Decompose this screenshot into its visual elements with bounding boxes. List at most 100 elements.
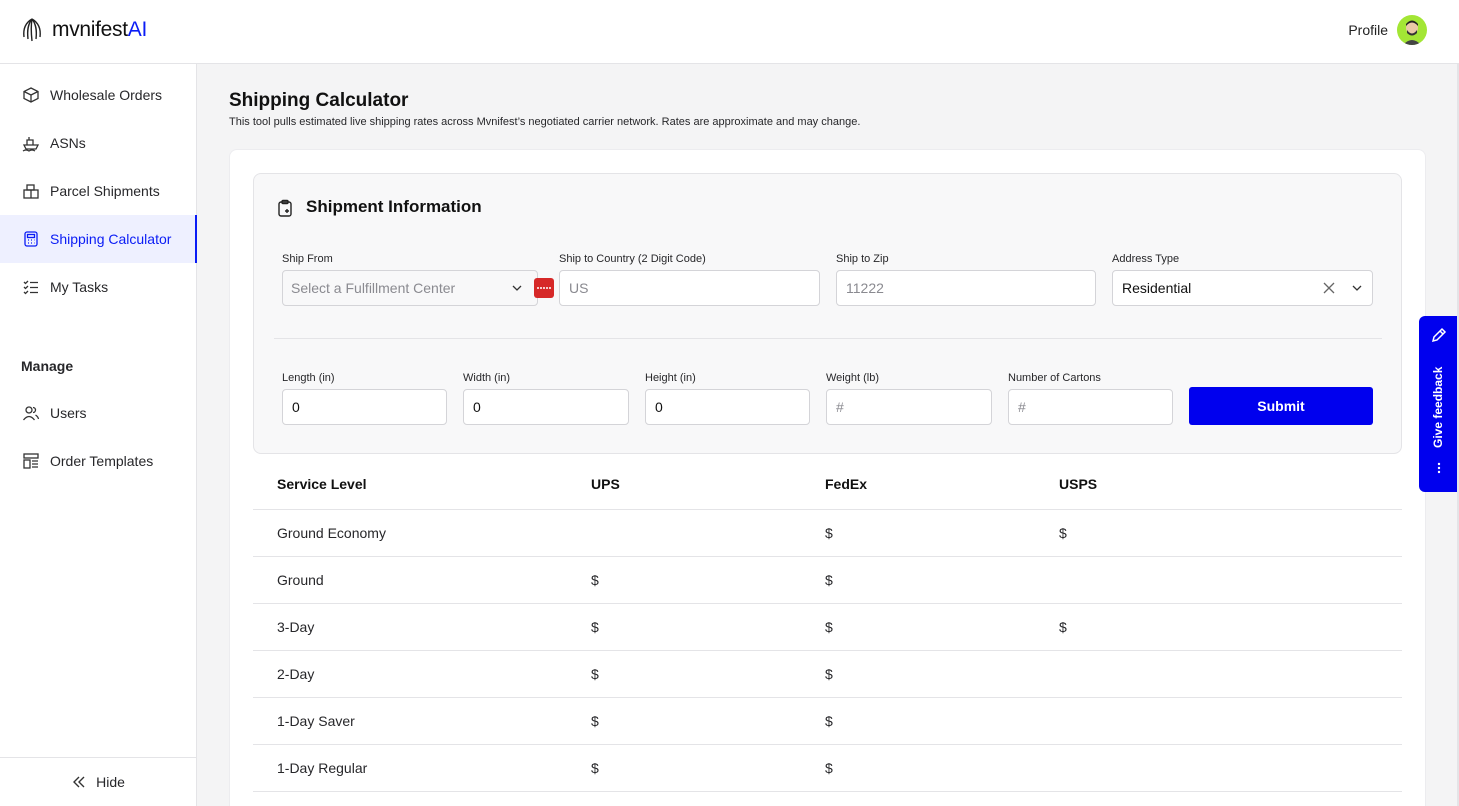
give-feedback-label: Give feedback	[1431, 366, 1445, 448]
ship-to-country-input[interactable]: US	[559, 270, 820, 306]
sidebar-item-parcel-shipments[interactable]: Parcel Shipments	[0, 167, 197, 215]
give-feedback-tab[interactable]: Give feedback	[1419, 316, 1459, 492]
weight-label: Weight (lb)	[826, 372, 879, 384]
sidebar-item-label: My Tasks	[50, 279, 109, 295]
sidebar-item-label: ASNs	[50, 135, 86, 151]
ship-to-country-label: Ship to Country (2 Digit Code)	[559, 253, 706, 265]
table-row: 3-Day $ $ $	[253, 604, 1402, 651]
fedex-rate-cell: $	[825, 760, 833, 776]
manage-section-label: Manage	[21, 358, 74, 374]
cartons-input[interactable]: #	[1008, 389, 1173, 425]
calculator-icon	[24, 231, 38, 247]
width-input[interactable]: 0	[463, 389, 629, 425]
ups-rate-cell: $	[591, 619, 599, 635]
usps-rate-cell: $	[1059, 525, 1067, 541]
cartons-label: Number of Cartons	[1008, 372, 1101, 384]
tasks-icon	[23, 280, 38, 295]
sidebar-item-label: Order Templates	[50, 453, 154, 469]
service-level-cell: 3-Day	[277, 619, 315, 635]
table-header-row: Service Level UPS FedEx USPS	[253, 458, 1402, 510]
width-value: 0	[473, 399, 481, 415]
fedex-rate-cell: $	[825, 572, 833, 588]
page-subtitle: This tool pulls estimated live shipping …	[229, 116, 861, 128]
chevrons-left-icon	[73, 776, 85, 788]
more-dots-icon	[1437, 462, 1441, 474]
address-type-value: Residential	[1122, 280, 1192, 296]
brand-name: mvnifestAI	[52, 18, 148, 41]
sidebar-item-label: Shipping Calculator	[50, 231, 172, 247]
parcel-icon	[23, 184, 39, 199]
service-level-cell: 1-Day Saver	[277, 713, 355, 729]
clipboard-icon	[278, 199, 292, 217]
address-type-select[interactable]: Residential	[1112, 270, 1373, 306]
table-row: 1-Day Saver $ $	[253, 698, 1402, 745]
height-label: Height (in)	[645, 372, 696, 384]
service-level-cell: 2-Day	[277, 666, 315, 682]
sidebar: Wholesale Orders ASNs Parcel Shipments S…	[0, 64, 197, 806]
length-label: Length (in)	[282, 372, 335, 384]
sidebar-item-order-templates[interactable]: Order Templates	[0, 437, 197, 485]
length-input[interactable]: 0	[282, 389, 447, 425]
sidebar-item-shipping-calculator[interactable]: Shipping Calculator	[0, 215, 197, 263]
ups-rate-cell: $	[591, 713, 599, 729]
sidebar-item-users[interactable]: Users	[0, 389, 197, 437]
address-type-label: Address Type	[1112, 253, 1180, 265]
rates-table: Service Level UPS FedEx USPS Ground Econ…	[253, 458, 1402, 792]
ship-from-select[interactable]: Select a Fulfillment Center	[282, 270, 538, 306]
avatar	[1397, 15, 1427, 45]
pencil-icon	[1431, 327, 1447, 343]
chevron-down-icon	[512, 285, 522, 291]
submit-button[interactable]: Submit	[1189, 387, 1373, 425]
ship-icon	[22, 137, 40, 152]
users-icon	[22, 406, 40, 421]
table-row: Ground Economy $ $	[253, 510, 1402, 557]
usps-rate-cell: $	[1059, 619, 1067, 635]
sidebar-item-my-tasks[interactable]: My Tasks	[0, 263, 197, 311]
weight-input[interactable]: #	[826, 389, 992, 425]
fedex-rate-cell: $	[825, 713, 833, 729]
fedex-rate-cell: $	[825, 666, 833, 682]
hide-sidebar-button[interactable]: Hide	[0, 757, 197, 806]
ups-rate-cell: $	[591, 666, 599, 682]
header-service-level: Service Level	[277, 475, 367, 492]
page-title: Shipping Calculator	[229, 90, 409, 111]
fedex-rate-cell: $	[825, 619, 833, 635]
header-usps: USPS	[1059, 475, 1098, 492]
header-fedex: FedEx	[825, 475, 868, 492]
ups-rate-cell: $	[591, 760, 599, 776]
brand-logo[interactable]: mvnifestAI	[20, 17, 147, 43]
ship-to-country-placeholder: US	[569, 280, 589, 296]
extension-badge-icon[interactable]	[534, 278, 554, 298]
table-row: 1-Day Regular $ $	[253, 745, 1402, 792]
weight-placeholder: #	[836, 399, 844, 415]
logo-mark-icon	[23, 18, 41, 42]
service-level-cell: 1-Day Regular	[277, 760, 368, 776]
sidebar-item-asns[interactable]: ASNs	[0, 119, 197, 167]
sidebar-item-label: Wholesale Orders	[50, 87, 163, 103]
ship-from-label: Ship From	[282, 253, 333, 265]
fedex-rate-cell: $	[825, 525, 833, 541]
sidebar-item-wholesale-orders[interactable]: Wholesale Orders	[0, 71, 197, 119]
profile-menu[interactable]: Profile	[1348, 15, 1427, 45]
cartons-placeholder: #	[1018, 399, 1026, 415]
service-level-cell: Ground	[277, 572, 324, 588]
profile-label: Profile	[1348, 22, 1388, 38]
ship-to-zip-label: Ship to Zip	[836, 253, 889, 265]
chevron-down-icon[interactable]	[1351, 282, 1363, 294]
table-row: 2-Day $ $	[253, 651, 1402, 698]
top-header: mvnifestAI Profile	[0, 0, 1459, 64]
sidebar-item-label: Parcel Shipments	[50, 183, 160, 199]
ups-rate-cell: $	[591, 572, 599, 588]
ship-to-zip-placeholder: 11222	[846, 280, 884, 296]
shipment-information-title: Shipment Information	[306, 197, 482, 216]
ship-to-zip-input[interactable]: 11222	[836, 270, 1096, 306]
templates-icon	[23, 453, 39, 469]
height-input[interactable]: 0	[645, 389, 810, 425]
table-row: Ground $ $	[253, 557, 1402, 604]
length-value: 0	[292, 399, 300, 415]
ship-from-placeholder: Select a Fulfillment Center	[291, 280, 456, 296]
clear-icon[interactable]	[1323, 282, 1335, 294]
hide-label: Hide	[96, 774, 125, 790]
width-label: Width (in)	[463, 372, 511, 384]
header-ups: UPS	[591, 475, 620, 492]
